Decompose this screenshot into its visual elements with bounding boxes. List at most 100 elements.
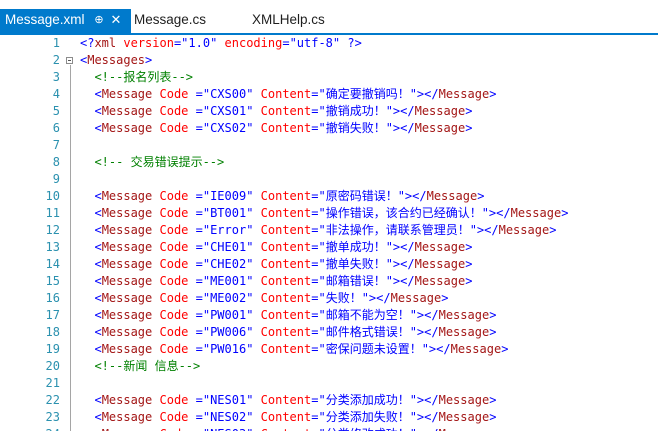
code-token: <: [80, 104, 102, 118]
code-token: >: [489, 427, 496, 431]
code-line[interactable]: 18 <Message Code ="PW006" Content="邮件格式错…: [0, 324, 658, 341]
code-token: Code: [152, 427, 195, 431]
code-text: <Message Code ="IE009" Content="原密码错误！">…: [80, 188, 484, 205]
code-line[interactable]: 14 <Message Code ="CHE02" Content="撤单失败！…: [0, 256, 658, 273]
line-number: 24: [0, 426, 60, 431]
code-token: Content: [253, 410, 312, 424]
code-token: Content: [253, 325, 312, 339]
code-line[interactable]: 9: [0, 171, 658, 188]
code-token: >: [465, 257, 473, 271]
code-line[interactable]: 2 <Messages>: [0, 52, 658, 69]
code-token: >: [465, 104, 473, 118]
code-token: "BT001": [202, 206, 254, 220]
code-token: <: [80, 308, 102, 322]
code-line[interactable]: 7: [0, 137, 658, 154]
code-line[interactable]: 8 <!-- 交易错误提示-->: [0, 154, 658, 171]
code-line[interactable]: 5 <Message Code ="CXS01" Content="撤销成功！"…: [0, 103, 658, 120]
collapse-toggle-icon[interactable]: [66, 57, 73, 64]
code-token: =: [195, 342, 203, 356]
code-text: <Message Code ="ME002" Content="失败！"></M…: [80, 290, 448, 307]
line-number: 16: [45, 291, 60, 305]
code-text: <Message Code ="NES03" Content="分类修改成功！"…: [80, 426, 496, 431]
code-token: "IE009": [202, 189, 254, 203]
line-number: 18: [45, 325, 60, 339]
code-token: <!--新闻 信息-->: [80, 359, 201, 373]
code-token: >: [441, 291, 449, 305]
code-token: >: [489, 393, 497, 407]
code-line[interactable]: 15 <Message Code ="ME001" Content="邮箱错误！…: [0, 273, 658, 290]
line-number: 7: [52, 138, 60, 152]
code-text: <Message Code ="CHE01" Content="撤单成功！"><…: [80, 239, 472, 256]
code-token: <: [80, 121, 102, 135]
code-token: Message: [438, 325, 490, 339]
code-token: Message: [438, 410, 490, 424]
code-token: "PW001": [202, 308, 254, 322]
code-line[interactable]: 6 <Message Code ="CXS02" Content="撤销失败！"…: [0, 120, 658, 137]
code-text: <Message Code ="PW016" Content="密保问题未设置！…: [80, 341, 508, 358]
code-token: <: [80, 427, 101, 431]
code-token: Code: [152, 325, 196, 339]
code-token: "ME002": [202, 291, 254, 305]
code-token: ></: [416, 87, 439, 101]
code-line[interactable]: 1 <?xml version="1.0" encoding="utf-8" ?>: [0, 35, 658, 52]
code-token: Code: [152, 121, 196, 135]
code-token: >: [489, 410, 497, 424]
line-number: 14: [45, 257, 60, 271]
code-token: Code: [152, 87, 196, 101]
code-token: "CXS01": [202, 104, 254, 118]
code-token: Message: [438, 87, 490, 101]
code-token: Message: [101, 104, 153, 118]
code-line[interactable]: 3 <!--报名列表-->: [0, 69, 658, 86]
code-line[interactable]: 12 <Message Code ="Error" Content="非法操作，…: [0, 222, 658, 239]
code-token: ></: [392, 104, 415, 118]
code-token: Content: [253, 240, 312, 254]
code-token: =: [195, 189, 203, 203]
code-token: =: [195, 206, 203, 220]
code-line[interactable]: 11 <Message Code ="BT001" Content="操作错误，…: [0, 205, 658, 222]
code-token: <: [80, 291, 102, 305]
code-token: ></: [417, 427, 439, 431]
code-line[interactable]: 20 <!--新闻 信息-->: [0, 358, 658, 375]
code-token: =: [195, 87, 203, 101]
code-token: Message: [102, 427, 153, 431]
code-token: Message: [390, 291, 442, 305]
code-token: Message: [101, 223, 153, 237]
code-token: "操作错误，该合约已经确认！": [318, 206, 489, 220]
code-token: Content: [253, 427, 312, 431]
tab-message-xml[interactable]: Message.xml ⊕ ✕: [0, 9, 131, 33]
code-token: Message: [101, 274, 153, 288]
code-token: Content: [253, 104, 312, 118]
code-line[interactable]: 16 <Message Code ="ME002" Content="失败！">…: [0, 290, 658, 307]
close-icon[interactable]: ✕: [109, 9, 123, 31]
code-token: <!-- 交易错误提示-->: [80, 155, 225, 169]
code-token: Code: [152, 308, 196, 322]
code-token: Content: [253, 308, 312, 322]
code-token: ></: [392, 121, 415, 135]
code-text: <!--报名列表-->: [80, 69, 193, 86]
code-line[interactable]: 13 <Message Code ="CHE01" Content="撤单成功！…: [0, 239, 658, 256]
code-line[interactable]: 24 <Message Code ="NES03" Content="分类修改成…: [0, 426, 658, 431]
code-token: Messages: [87, 53, 146, 67]
code-line[interactable]: 22 <Message Code ="NES01" Content="分类添加成…: [0, 392, 658, 409]
code-line[interactable]: 21: [0, 375, 658, 392]
line-number: 5: [52, 104, 60, 118]
code-token: =: [195, 308, 203, 322]
code-line[interactable]: 4 <Message Code ="CXS00" Content="确定要撤销吗…: [0, 86, 658, 103]
code-line[interactable]: 17 <Message Code ="PW001" Content="邮箱不能为…: [0, 307, 658, 324]
code-token: "CHE01": [202, 240, 254, 254]
code-token: >: [549, 223, 557, 237]
code-token: >: [465, 274, 473, 288]
code-token: Content: [253, 257, 312, 271]
code-line[interactable]: 19 <Message Code ="PW016" Content="密保问题未…: [0, 341, 658, 358]
code-line[interactable]: 23 <Message Code ="NES02" Content="分类添加失…: [0, 409, 658, 426]
code-editor[interactable]: 1 <?xml version="1.0" encoding="utf-8" ?>…: [0, 35, 658, 431]
code-token: =: [195, 104, 203, 118]
code-token: "撤销失败！": [318, 121, 393, 135]
pin-icon[interactable]: ⊕: [92, 9, 106, 31]
code-token: ></: [392, 240, 415, 254]
tab-message-cs[interactable]: Message.cs: [128, 9, 238, 33]
code-token: "密保问题未设置！": [318, 342, 429, 356]
tab-xmlhelp-cs[interactable]: XMLHelp.cs: [246, 9, 366, 33]
code-token: Content: [253, 189, 312, 203]
code-line[interactable]: 10 <Message Code ="IE009" Content="原密码错误…: [0, 188, 658, 205]
